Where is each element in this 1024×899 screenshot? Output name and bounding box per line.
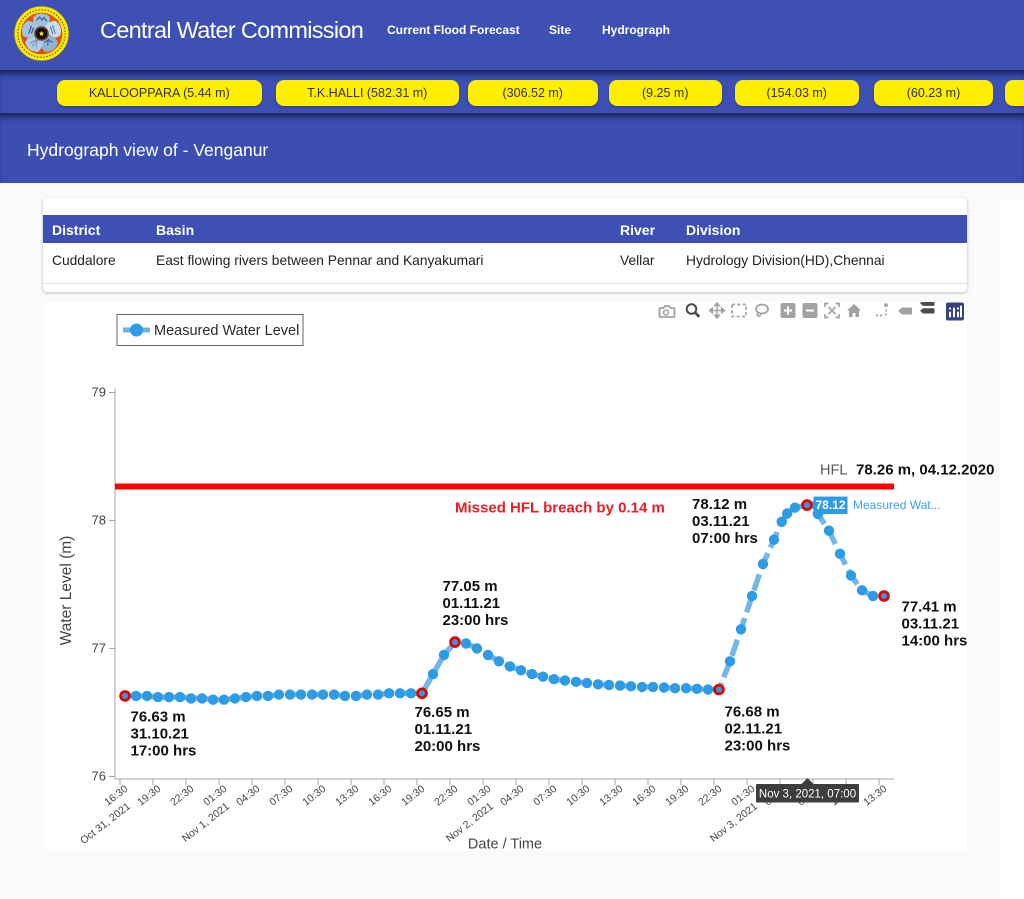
svg-text:Measured Wat...: Measured Wat... [853,498,941,512]
svg-text:76: 76 [92,768,106,783]
svg-text:Date / Time: Date / Time [468,836,542,852]
svg-text:Water Level (m): Water Level (m) [58,535,75,645]
svg-text:78.26 m, 04.12.2020: 78.26 m, 04.12.2020 [856,461,994,478]
svg-text:HFL: HFL [820,462,847,478]
svg-text:Measured Water Level: Measured Water Level [154,323,299,339]
svg-text:Nov 3, 2021, 07:00: Nov 3, 2021, 07:00 [759,788,856,800]
svg-text:77: 77 [92,640,106,655]
svg-text:Missed HFL breach by 0.14 m: Missed HFL breach by 0.14 m [455,499,665,516]
svg-text:78: 78 [92,512,106,527]
svg-text:78.12: 78.12 [815,498,845,512]
svg-text:79: 79 [92,384,106,399]
